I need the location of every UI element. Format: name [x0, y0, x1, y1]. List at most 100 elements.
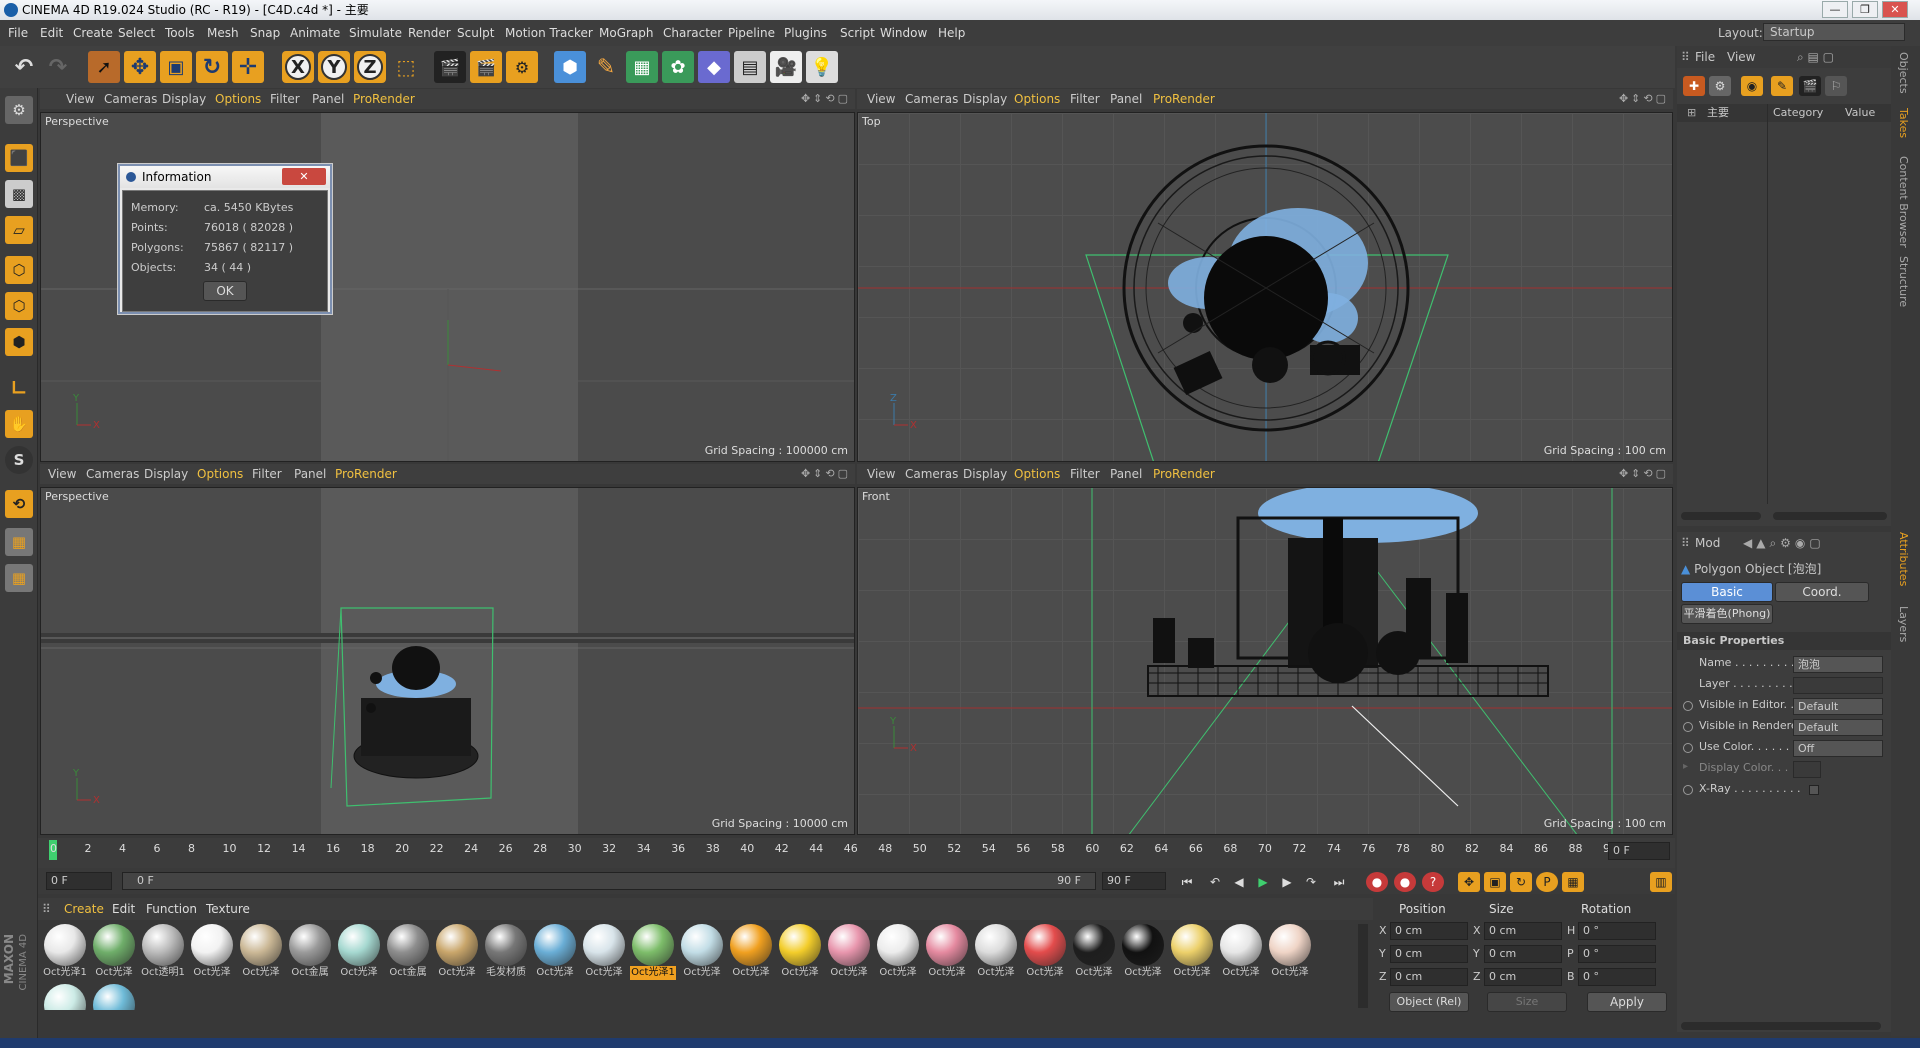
vp1-filter-menu[interactable]: Filter [270, 89, 300, 109]
vp2-view-menu[interactable]: View [867, 89, 895, 109]
rotation-h-field[interactable]: 0 ° [1578, 922, 1656, 940]
redo-icon[interactable]: ↷ [42, 51, 74, 83]
viewport-perspective-2[interactable]: Perspective Y X Grid Spacing : 10000 cm [40, 487, 855, 835]
visible-editor-radio[interactable] [1683, 701, 1693, 711]
vp2-display-menu[interactable]: Display [963, 89, 1007, 109]
vp3-options-menu[interactable]: Options [197, 464, 243, 484]
deformer-icon[interactable]: ◆ [698, 51, 730, 83]
viewport-front[interactable]: Front Y X Grid Spacing : 100 cm [857, 487, 1673, 835]
key-rotation-icon[interactable]: ↻ [1510, 872, 1532, 892]
restore-button[interactable]: ❐ [1852, 1, 1878, 18]
vp1-prorender-menu[interactable]: ProRender [353, 89, 415, 109]
menu-character[interactable]: Character [663, 20, 722, 46]
material-swatch[interactable]: Oct光泽 [1120, 924, 1166, 982]
vp3-cameras-menu[interactable]: Cameras [86, 464, 139, 484]
menu-help[interactable]: Help [938, 20, 965, 46]
rotate-icon[interactable]: ↻ [196, 51, 228, 83]
autokey-icon[interactable]: ● [1394, 872, 1416, 892]
attribute-nav-icons[interactable]: ◀▲⌕⚙◉▢ [1743, 532, 1825, 554]
material-swatch[interactable]: Oct光泽 [336, 924, 382, 982]
texture-mode-icon[interactable]: ▩ [5, 180, 33, 208]
next-key-icon[interactable]: ↷ [1300, 872, 1322, 892]
tab-layers-vertical[interactable]: Layers [1897, 606, 1910, 642]
layout-dropdown[interactable]: Startup [1763, 23, 1905, 41]
next-frame-icon[interactable]: ▶ [1276, 872, 1298, 892]
menu-file[interactable]: File [8, 20, 28, 46]
current-frame-field[interactable]: 0 F [46, 872, 112, 890]
vp4-nav-icons[interactable]: ✥⇕⟲▢ [1619, 464, 1669, 484]
material-swatch[interactable]: Oct金属 [385, 924, 431, 982]
vp4-display-menu[interactable]: Display [963, 464, 1007, 484]
menu-plugins[interactable]: Plugins [784, 20, 827, 46]
menu-render[interactable]: Render [408, 20, 451, 46]
menu-simulate[interactable]: Simulate [349, 20, 402, 46]
take-lock-icon[interactable]: ⚐ [1825, 76, 1847, 96]
grid-snap-icon[interactable]: ▦ [5, 528, 33, 556]
material-swatch[interactable]: Oct光泽1 [42, 924, 88, 982]
cube-icon[interactable]: ⬢ [554, 51, 586, 83]
material-swatch[interactable]: Oct光泽 [777, 924, 823, 982]
dialog-close-button[interactable]: ✕ [282, 168, 326, 185]
x-axis-icon[interactable]: X [282, 51, 314, 83]
display-color-swatch[interactable] [1793, 761, 1821, 778]
menu-tools[interactable]: Tools [165, 20, 195, 46]
material-swatch[interactable]: Oct光泽 [238, 924, 284, 982]
position-x-field[interactable]: 0 cm [1390, 922, 1468, 940]
material-drag-handle[interactable]: ⠿ [42, 898, 51, 920]
vp1-display-menu[interactable]: Display [162, 89, 206, 109]
use-color-dropdown[interactable]: Off [1793, 740, 1883, 757]
vp3-view-menu[interactable]: View [48, 464, 76, 484]
tab-structure-vertical[interactable]: Structure [1897, 256, 1910, 307]
take-render-icon[interactable]: 🎬 [1799, 76, 1821, 96]
vp3-filter-menu[interactable]: Filter [252, 464, 282, 484]
visible-in-renderer-dropdown[interactable]: Default [1793, 719, 1883, 736]
tab-basic[interactable]: Basic [1681, 582, 1773, 602]
coordinate-system-icon[interactable]: ⬚ [390, 51, 422, 83]
edges-mode-icon[interactable]: ⬡ [5, 292, 33, 320]
quantize-icon[interactable]: ▦ [5, 564, 33, 592]
light-icon[interactable]: 💡 [806, 51, 838, 83]
material-swatch[interactable]: Oct光泽 [1169, 924, 1215, 982]
menu-select[interactable]: Select [118, 20, 155, 46]
render-picture-viewer-icon[interactable]: 🎬 [470, 51, 502, 83]
material-swatch[interactable]: Oct光泽 [826, 924, 872, 982]
menu-sculpt[interactable]: Sculpt [457, 20, 494, 46]
keyframe-selection-icon[interactable]: ? [1422, 872, 1444, 892]
material-swatch[interactable] [42, 984, 88, 1010]
material-swatch[interactable]: Oct光泽 [1267, 924, 1313, 982]
vp4-filter-menu[interactable]: Filter [1070, 464, 1100, 484]
prev-key-icon[interactable]: ↶ [1204, 872, 1226, 892]
take-override-icon[interactable]: ✎ [1771, 76, 1793, 96]
attribute-drag-handle[interactable]: ⠿ [1681, 532, 1690, 554]
material-swatch[interactable]: Oct光泽 [581, 924, 627, 982]
material-swatch[interactable]: Oct光泽 [91, 924, 137, 982]
material-swatch[interactable] [91, 984, 137, 1010]
display-color-toggle-icon[interactable]: ▸ [1683, 761, 1688, 772]
material-swatch[interactable]: 毛发材质 [483, 924, 529, 982]
snap-icon[interactable]: S [5, 446, 33, 474]
viewport-top[interactable]: Top Z X Grid Spacing : 100 cm [857, 112, 1673, 462]
takes-expand-icon[interactable]: ⊞ [1687, 104, 1696, 122]
key-scale-icon[interactable]: ▣ [1484, 872, 1506, 892]
material-menu-edit[interactable]: Edit [112, 898, 135, 920]
attribute-mode-menu[interactable]: Mod [1695, 532, 1720, 554]
edit-render-settings-icon[interactable]: ⚙ [506, 51, 538, 83]
vp4-prorender-menu[interactable]: ProRender [1153, 464, 1215, 484]
vp1-panel-menu[interactable]: Panel [312, 89, 344, 109]
menu-snap[interactable]: Snap [250, 20, 280, 46]
tweak-mode-icon[interactable]: ✋ [5, 410, 33, 438]
undo-icon[interactable]: ↶ [8, 51, 40, 83]
z-axis-icon[interactable]: Z [354, 51, 386, 83]
make-editable-icon[interactable]: ⚙ [5, 96, 33, 124]
menu-create[interactable]: Create [73, 20, 113, 46]
object-search-icon[interactable]: ⌕ ▤ ▢ [1797, 46, 1834, 68]
vp3-panel-menu[interactable]: Panel [294, 464, 326, 484]
vp3-nav-icons[interactable]: ✥⇕⟲▢ [801, 464, 851, 484]
material-swatch[interactable]: Oct透明1 [140, 924, 186, 982]
takes-root[interactable]: 主要 [1707, 104, 1729, 122]
apply-button[interactable]: Apply [1587, 992, 1667, 1012]
menu-pipeline[interactable]: Pipeline [728, 20, 775, 46]
timeline-end-field[interactable]: 0 F [1608, 842, 1670, 860]
material-swatch[interactable]: Oct光泽 [532, 924, 578, 982]
material-swatch[interactable]: Oct金属 [287, 924, 333, 982]
